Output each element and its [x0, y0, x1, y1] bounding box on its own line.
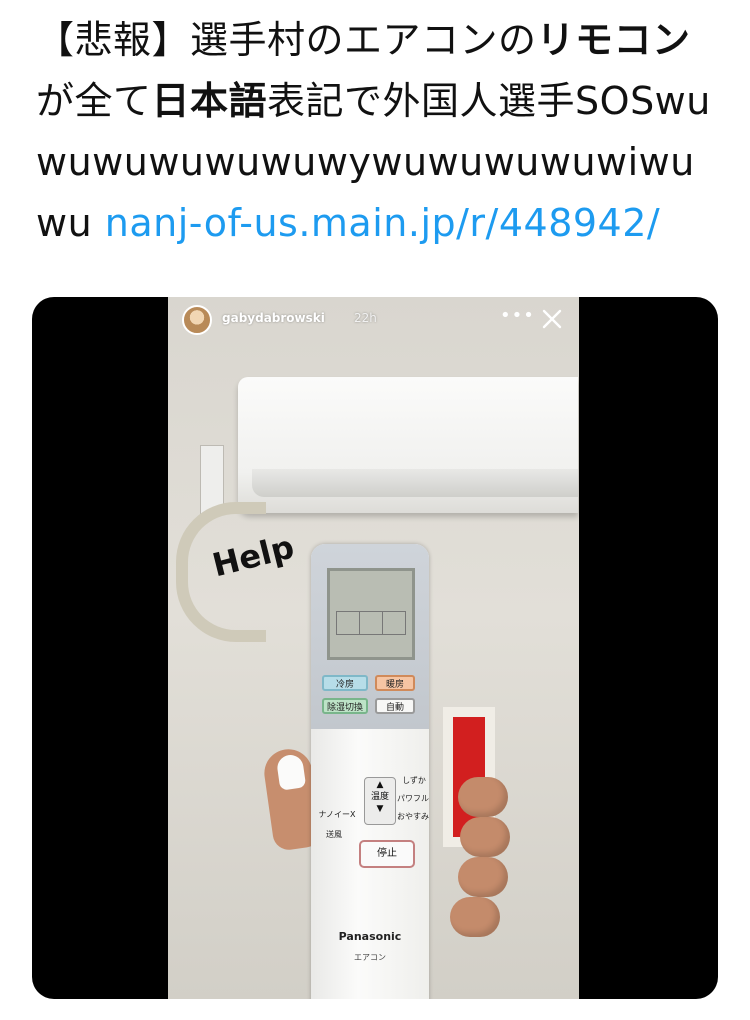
finger-4: [450, 897, 500, 937]
air-conditioner-vent: [252, 469, 578, 497]
dry-button: 除湿切換: [322, 698, 368, 714]
story-timestamp: 22h: [354, 311, 377, 325]
model-label: エアコン: [354, 953, 386, 962]
sleep-button: おやすみ: [397, 812, 429, 821]
temperature-label: 温度: [370, 792, 389, 802]
quiet-button: しずか: [402, 776, 426, 785]
finger-2: [460, 817, 510, 857]
heat-button: 暖房: [375, 675, 415, 691]
arrow-down-icon: ▼: [376, 804, 384, 814]
lcd-grid: [336, 611, 406, 635]
close-icon[interactable]: [540, 307, 564, 331]
fan-button: 送風: [326, 830, 342, 839]
remote-control: 冷房 暖房 除湿切換 自動 ▲ 温度 ▼ しずか パワフル おやすみ ナノイーX…: [311, 544, 429, 999]
tweet-text-bold-remote: リモコン: [536, 18, 691, 62]
tweet-text-bold-japanese: 日本語: [151, 79, 268, 123]
avatar[interactable]: [182, 305, 212, 335]
more-dots-icon[interactable]: •••: [500, 305, 535, 326]
stop-button: 停止: [359, 840, 415, 868]
air-conditioner-unit: [238, 377, 578, 513]
remote-top-panel: 冷房 暖房 除湿切換 自動: [311, 544, 429, 729]
finger-3: [458, 857, 508, 897]
tweet-text: 【悲報】選手村のエアコンのリモコンが全て日本語表記で外国人選手SOSwuwuwu…: [36, 10, 726, 254]
finger-1: [458, 777, 508, 817]
nanoe-button: ナノイーX: [318, 810, 356, 819]
tweet-text-seg1: 【悲報】選手村のエアコンの: [36, 18, 537, 62]
cool-button: 冷房: [322, 675, 368, 691]
lcd-screen: [327, 568, 415, 660]
powerful-button: パワフル: [397, 794, 429, 803]
brand-logo: Panasonic: [338, 930, 402, 943]
instagram-story-screenshot: Help 冷房 暖房 除湿切換 自動 ▲ 温度 ▼ しずか パワフル おやすみ …: [168, 297, 579, 999]
story-username[interactable]: gabydabrowski: [222, 311, 325, 325]
tweet-link[interactable]: nanj-of-us.main.jp/r/448942/: [105, 201, 660, 245]
tweet-text-seg3: が全て: [36, 79, 152, 123]
story-header: gabydabrowski 22h •••: [178, 303, 568, 337]
arrow-up-icon: ▲: [376, 780, 384, 790]
auto-button: 自動: [375, 698, 415, 714]
temperature-button: ▲ 温度 ▼: [364, 777, 396, 825]
tweet-media[interactable]: Help 冷房 暖房 除湿切換 自動 ▲ 温度 ▼ しずか パワフル おやすみ …: [32, 297, 718, 999]
